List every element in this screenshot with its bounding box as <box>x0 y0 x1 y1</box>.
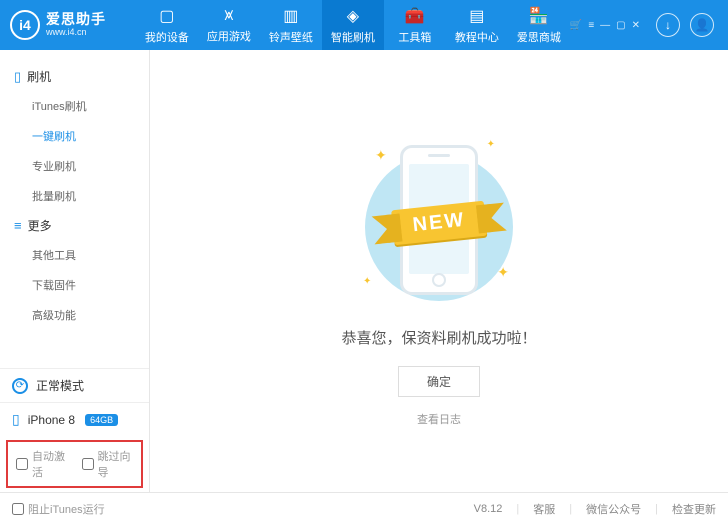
store-icon: 🏪 <box>529 6 549 26</box>
storage-badge: 64GB <box>85 414 118 426</box>
support-link[interactable]: 客服 <box>533 501 555 517</box>
device-name: iPhone 8 <box>28 413 75 427</box>
flash-icon: ◈ <box>347 6 359 26</box>
sidebar-item-firmware[interactable]: 下载固件 <box>32 270 149 300</box>
tutorial-icon: ▤ <box>469 6 484 26</box>
check-auto-activate[interactable]: 自动激活 <box>16 448 68 480</box>
minimize-icon[interactable]: — <box>600 20 610 31</box>
nav-tutorial[interactable]: ▤教程中心 <box>446 0 508 50</box>
check-block-itunes[interactable]: 阻止iTunes运行 <box>12 501 105 517</box>
apps-icon: ⩙ <box>224 7 233 25</box>
sidebar-item-oneclick[interactable]: 一键刷机 <box>32 121 149 151</box>
ok-button[interactable]: 确定 <box>398 366 480 397</box>
refresh-icon: ⟳ <box>12 378 28 394</box>
version-label: V8.12 <box>474 503 503 515</box>
mode-block[interactable]: ⟳ 正常模式 <box>0 368 149 402</box>
logo-icon: i4 <box>10 10 40 40</box>
app-name: 爱思助手 <box>46 12 106 27</box>
toolbox-icon: 🧰 <box>405 6 425 26</box>
success-message: 恭喜您，保资料刷机成功啦！ <box>341 327 536 348</box>
content-area: NEW ✦✦✦✦ 恭喜您，保资料刷机成功啦！ 确定 查看日志 <box>150 50 728 492</box>
update-link[interactable]: 检查更新 <box>672 501 716 517</box>
sidebar-item-pro[interactable]: 专业刷机 <box>32 151 149 181</box>
sidebar: ▯刷机 iTunes刷机 一键刷机 专业刷机 批量刷机 ≡更多 其他工具 下载固… <box>0 50 150 492</box>
status-bar: 阻止iTunes运行 V8.12| 客服| 微信公众号| 检查更新 <box>0 492 728 524</box>
nav-flash[interactable]: ◈智能刷机 <box>322 0 384 50</box>
phone-icon: ▯ <box>14 69 21 85</box>
check-skip-guide[interactable]: 跳过向导 <box>82 448 134 480</box>
close-icon[interactable]: ✕ <box>632 20 640 31</box>
cart-icon[interactable]: 🛒 <box>570 20 582 31</box>
nav-apps[interactable]: ⩙应用游戏 <box>198 0 260 50</box>
logo[interactable]: i4 爱思助手 www.i4.cn <box>10 10 136 40</box>
options-row: 自动激活 跳过向导 <box>6 440 143 488</box>
sidebar-item-advanced[interactable]: 高级功能 <box>32 300 149 330</box>
maximize-icon[interactable]: ▢ <box>616 20 625 31</box>
device-icon: ▢ <box>159 6 174 26</box>
mode-label: 正常模式 <box>36 377 84 394</box>
group-flash[interactable]: ▯刷机 <box>0 62 149 91</box>
sidebar-item-batch[interactable]: 批量刷机 <box>32 181 149 211</box>
window-controls: 🛒 ≡ — ▢ ✕ ↓ 👤 <box>570 13 718 37</box>
view-log-link[interactable]: 查看日志 <box>417 411 461 427</box>
device-small-icon: ▯ <box>12 411 20 428</box>
sidebar-item-itunes[interactable]: iTunes刷机 <box>32 91 149 121</box>
device-block[interactable]: ▯ iPhone 8 64GB <box>0 402 149 436</box>
main-nav: ▢我的设备 ⩙应用游戏 ▥铃声壁纸 ◈智能刷机 🧰工具箱 ▤教程中心 🏪爱思商城 <box>136 0 570 50</box>
success-illustration: NEW ✦✦✦✦ <box>339 135 539 305</box>
more-icon: ≡ <box>14 218 22 233</box>
ringtone-icon: ▥ <box>283 6 298 26</box>
user-button[interactable]: 👤 <box>690 13 714 37</box>
nav-toolbox[interactable]: 🧰工具箱 <box>384 0 446 50</box>
nav-store[interactable]: 🏪爱思商城 <box>508 0 570 50</box>
menu-icon[interactable]: ≡ <box>588 20 594 31</box>
app-url: www.i4.cn <box>46 28 106 38</box>
wechat-link[interactable]: 微信公众号 <box>586 501 641 517</box>
top-bar: i4 爱思助手 www.i4.cn ▢我的设备 ⩙应用游戏 ▥铃声壁纸 ◈智能刷… <box>0 0 728 50</box>
nav-ringtones[interactable]: ▥铃声壁纸 <box>260 0 322 50</box>
download-button[interactable]: ↓ <box>656 13 680 37</box>
group-more[interactable]: ≡更多 <box>0 211 149 240</box>
nav-my-device[interactable]: ▢我的设备 <box>136 0 198 50</box>
sidebar-item-other[interactable]: 其他工具 <box>32 240 149 270</box>
